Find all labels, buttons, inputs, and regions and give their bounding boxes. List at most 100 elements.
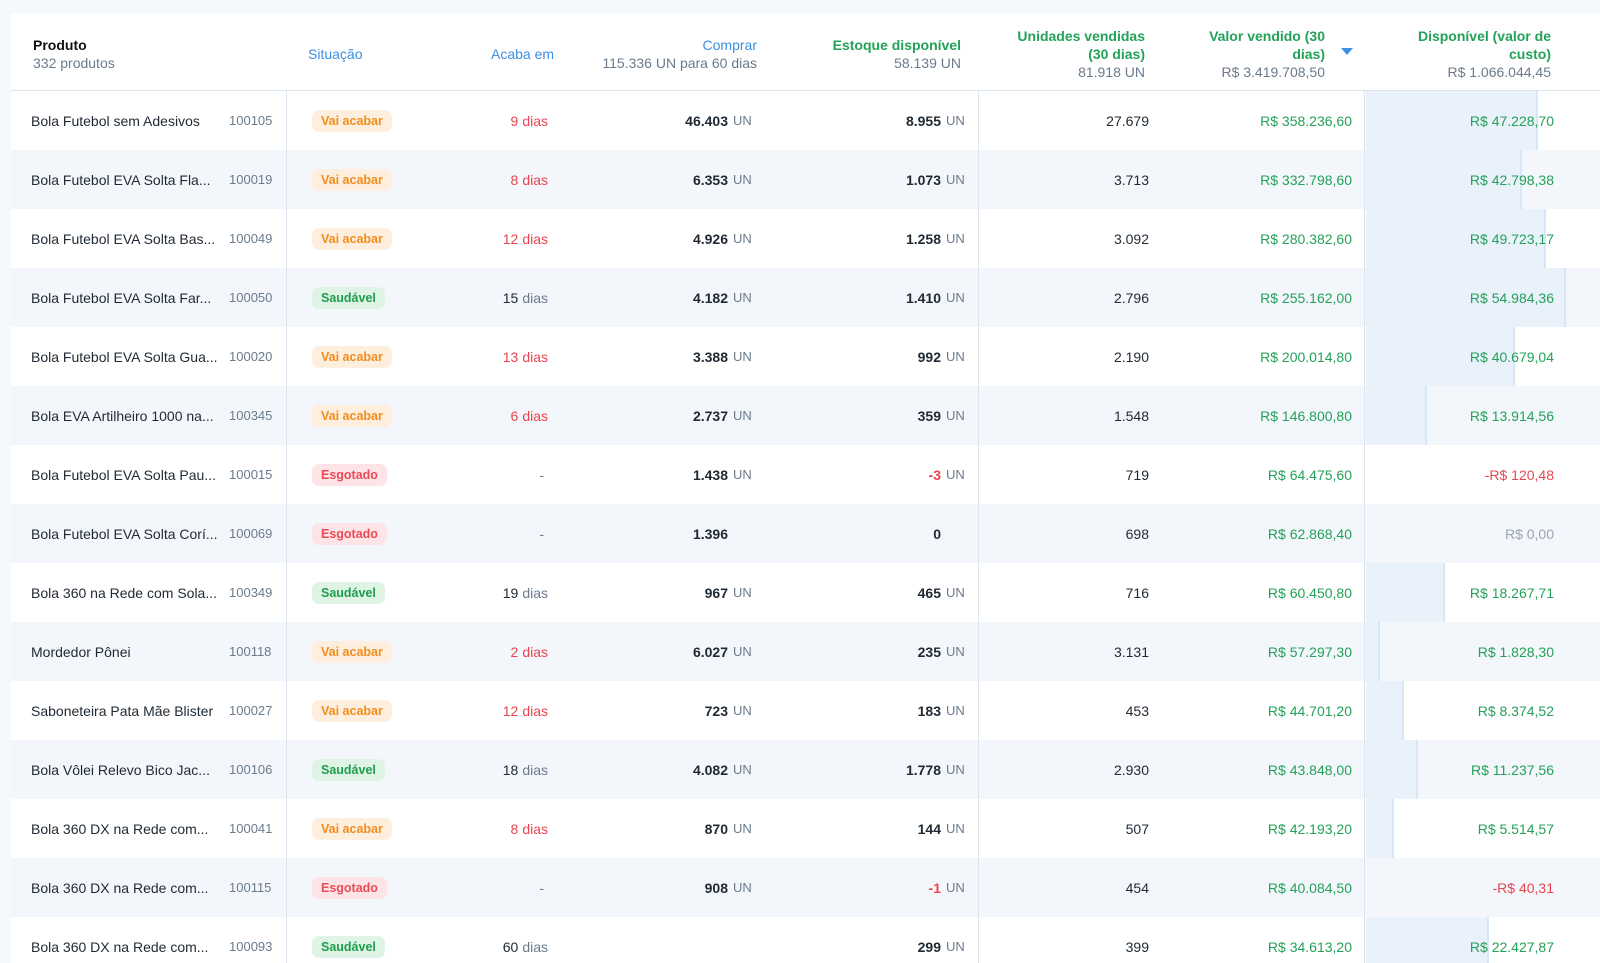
units-sold: 3.092 xyxy=(1113,230,1149,247)
units-sold: 454 xyxy=(1125,879,1149,896)
status-cell: Vai acabar xyxy=(312,622,392,681)
column-divider xyxy=(286,90,287,963)
table-row[interactable]: Bola 360 DX na Rede com... 100093 Saudáv… xyxy=(11,917,1600,963)
ends-in-unit: dias xyxy=(522,112,548,129)
product-name[interactable]: Bola EVA Artilheiro 1000 na... xyxy=(31,386,214,445)
table-row[interactable]: Bola Vôlei Relevo Bico Jac... 100106 Sau… xyxy=(11,740,1600,799)
value-sold: R$ 40.084,50 xyxy=(1267,879,1352,896)
available-value-bar-edge xyxy=(1443,563,1445,622)
units-sold: 2.930 xyxy=(1113,761,1149,778)
value-sold: R$ 57.297,30 xyxy=(1267,643,1352,660)
product-name[interactable]: Bola Futebol EVA Solta Gua... xyxy=(31,327,218,386)
units-sold: 2.796 xyxy=(1113,289,1149,306)
product-name[interactable]: Bola Futebol EVA Solta Pau... xyxy=(31,445,216,504)
table-row[interactable]: Bola Futebol EVA Solta Pau... 100015 Esg… xyxy=(11,445,1600,504)
header-estoque[interactable]: Estoque disponível 58.139 UN xyxy=(833,36,961,72)
ends-in-cell: 9 dias xyxy=(511,91,548,150)
buy-cell: 1.396 xyxy=(693,504,751,563)
ends-in-value: 18 xyxy=(502,761,519,778)
value-sold: R$ 280.382,60 xyxy=(1260,230,1352,247)
header-disponivel[interactable]: Disponível (valor de custo) R$ 1.066.044… xyxy=(1418,27,1551,81)
buy-unit: UN xyxy=(733,113,752,128)
stock-unit: UN xyxy=(946,703,965,718)
product-name[interactable]: Bola 360 DX na Rede com... xyxy=(31,917,208,963)
available-value-bar xyxy=(1366,740,1416,799)
table-row[interactable]: Bola Futebol EVA Solta Gua... 100020 Vai… xyxy=(11,327,1600,386)
product-name[interactable]: Saboneteira Pata Mãe Blister xyxy=(31,681,213,740)
stock-value: 1.073 xyxy=(905,171,941,188)
header-comprar[interactable]: Comprar 115.336 UN para 60 dias xyxy=(602,36,757,72)
table-row[interactable]: Bola 360 DX na Rede com... 100041 Vai ac… xyxy=(11,799,1600,858)
sort-desc-icon[interactable] xyxy=(1341,48,1353,55)
ends-in-value: 9 xyxy=(510,112,519,129)
header-situacao[interactable]: Situação xyxy=(308,45,362,63)
product-name[interactable]: Bola 360 na Rede com Sola... xyxy=(31,563,217,622)
stock-value: 992 xyxy=(917,348,941,365)
table-row[interactable]: Bola Futebol EVA Solta Far... 100050 Sau… xyxy=(11,268,1600,327)
buy-cell: 2.737 UN xyxy=(693,386,752,445)
table-row[interactable]: Saboneteira Pata Mãe Blister 100027 Vai … xyxy=(11,681,1600,740)
buy-value: 4.926 xyxy=(692,230,728,247)
table-row[interactable]: Bola Futebol sem Adesivos 100105 Vai aca… xyxy=(11,91,1600,150)
buy-value: 967 xyxy=(704,584,728,601)
header-produto-label: Produto xyxy=(33,37,87,53)
product-name[interactable]: Bola Futebol EVA Solta Far... xyxy=(31,268,211,327)
units-sold: 716 xyxy=(1125,584,1149,601)
buy-value: 6.353 xyxy=(692,171,728,188)
stock-value: -1 xyxy=(928,879,941,896)
buy-unit: UN xyxy=(733,585,752,600)
table-row[interactable]: Bola Futebol EVA Solta Bas... 100049 Vai… xyxy=(11,209,1600,268)
status-cell: Saudável xyxy=(312,268,385,327)
header-unidades-label-1: Unidades vendidas xyxy=(1017,28,1145,44)
table-row[interactable]: Bola 360 DX na Rede com... 100115 Esgota… xyxy=(11,858,1600,917)
header-valor-label-2: dias) xyxy=(1292,46,1325,62)
stock-value: 299 xyxy=(917,938,941,955)
product-name[interactable]: Bola Futebol EVA Solta Corí... xyxy=(31,504,218,563)
value-sold: R$ 62.868,40 xyxy=(1267,525,1352,542)
buy-cell: 723 UN xyxy=(705,681,752,740)
product-name[interactable]: Bola Futebol EVA Solta Fla... xyxy=(31,150,211,209)
available-value: R$ 18.267,71 xyxy=(1469,584,1554,601)
ends-in-value: 2 xyxy=(510,643,519,660)
status-cell: Vai acabar xyxy=(312,681,392,740)
buy-cell: 3.388 UN xyxy=(693,327,752,386)
ends-in-value: 19 xyxy=(502,584,519,601)
ends-in-cell: 8 dias xyxy=(511,150,548,209)
header-valor[interactable]: Valor vendido (30 dias) R$ 3.419.708,50 xyxy=(1209,27,1325,81)
product-name[interactable]: Bola Futebol sem Adesivos xyxy=(31,91,200,150)
units-sold: 719 xyxy=(1125,466,1149,483)
available-value: R$ 47.228,70 xyxy=(1469,112,1554,129)
status-badge: Vai acabar xyxy=(312,109,392,132)
buy-unit: UN xyxy=(733,172,752,187)
product-name[interactable]: Bola 360 DX na Rede com... xyxy=(31,799,208,858)
stock-cell: 992 UN xyxy=(917,327,965,386)
product-name[interactable]: Mordedor Pônei xyxy=(31,622,131,681)
product-name[interactable]: Bola Futebol EVA Solta Bas... xyxy=(31,209,215,268)
stock-value: 1.258 xyxy=(905,230,941,247)
value-sold: R$ 146.800,80 xyxy=(1260,407,1352,424)
available-value: R$ 49.723,17 xyxy=(1469,230,1554,247)
buy-value: 46.403 xyxy=(685,112,728,129)
product-name[interactable]: Bola 360 DX na Rede com... xyxy=(31,858,208,917)
available-value: R$ 42.798,38 xyxy=(1469,171,1554,188)
header-acaba[interactable]: Acaba em xyxy=(491,45,554,63)
units-sold: 3.713 xyxy=(1113,171,1149,188)
product-code: 100015 xyxy=(229,467,273,482)
available-value-bar-edge xyxy=(1402,681,1404,740)
available-value-bar-edge xyxy=(1564,268,1566,327)
table-row[interactable]: Mordedor Pônei 100118 Vai acabar 2 dias … xyxy=(11,622,1600,681)
table-row[interactable]: Bola Futebol EVA Solta Fla... 100019 Vai… xyxy=(11,150,1600,209)
buy-unit: UN xyxy=(733,349,752,364)
header-produto[interactable]: Produto 332 produtos xyxy=(33,36,115,72)
units-sold: 507 xyxy=(1125,820,1149,837)
table-row[interactable]: Bola EVA Artilheiro 1000 na... 100345 Va… xyxy=(11,386,1600,445)
table-row[interactable]: Bola 360 na Rede com Sola... 100349 Saud… xyxy=(11,563,1600,622)
ends-in-value: 15 xyxy=(502,289,519,306)
status-cell: Saudável xyxy=(312,917,385,963)
header-unidades[interactable]: Unidades vendidas (30 dias) 81.918 UN xyxy=(1017,27,1145,81)
product-code: 100041 xyxy=(229,821,273,836)
product-name[interactable]: Bola Vôlei Relevo Bico Jac... xyxy=(31,740,210,799)
ends-in-unit: dias xyxy=(522,761,548,778)
table-row[interactable]: Bola Futebol EVA Solta Corí... 100069 Es… xyxy=(11,504,1600,563)
buy-cell: 6.027 UN xyxy=(693,622,752,681)
